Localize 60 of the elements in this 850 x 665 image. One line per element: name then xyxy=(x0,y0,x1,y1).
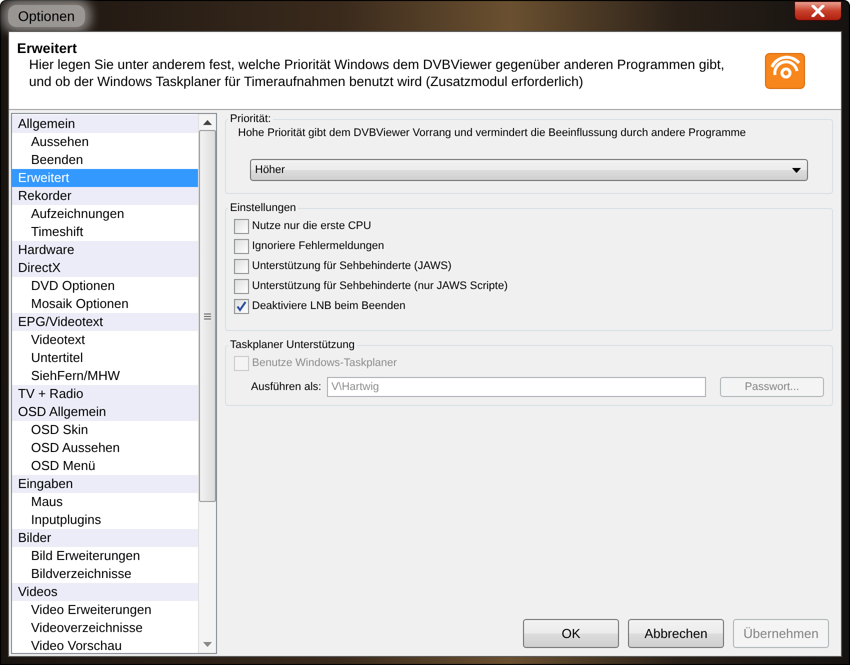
checkbox-label: Ignoriere Fehlermeldungen xyxy=(252,240,384,252)
tree-item[interactable]: Timeshift xyxy=(12,223,198,241)
checkbox[interactable] xyxy=(234,278,249,294)
page-description: Hier legen Sie unter anderem fest, welche Priorität Windows dem DVBViewer gegenüber anderen Programmen gibt, und ob der Windows Taskplaner für Timeraufnahmen benutzt wird (Zusatzmodul erforderlich) xyxy=(28,56,726,90)
dialog-button[interactable]: Abbrechen xyxy=(628,619,724,648)
scroll-up-icon[interactable] xyxy=(203,120,212,125)
tree-item[interactable]: OSD Menü xyxy=(12,457,198,475)
field-label: Ausführen als: xyxy=(251,381,322,393)
tree-item[interactable]: DirectX xyxy=(12,259,198,277)
tree-item[interactable]: Inputplugins xyxy=(12,511,198,529)
tree-item[interactable]: Video Erweiterungen xyxy=(12,601,198,619)
dialog-button[interactable]: OK xyxy=(523,619,619,648)
checkbox-label: Nutze nur die erste CPU xyxy=(252,220,372,232)
close-button[interactable] xyxy=(794,1,842,21)
tree-item[interactable]: DVD Optionen xyxy=(12,277,198,295)
checkbox-label: Benutze Windows-Taskplaner xyxy=(252,357,397,369)
close-icon xyxy=(811,5,825,17)
tree-item[interactable]: Rekorder xyxy=(12,187,198,205)
tree-item[interactable]: Beenden xyxy=(12,151,198,169)
priority-description: Hohe Priorität gibt dem DVBViewer Vorrang und vermindert die Beeinflussung durch andere Programme xyxy=(237,127,747,139)
tree-item[interactable]: TV + Radio xyxy=(12,385,198,403)
tree-item[interactable]: Untertitel xyxy=(12,349,198,367)
checkbox[interactable] xyxy=(234,298,249,314)
page-title: Erweitert xyxy=(17,40,78,56)
tree-item[interactable]: Videoverzeichnisse xyxy=(12,619,198,637)
scrollbar[interactable] xyxy=(198,114,216,653)
checkbox[interactable] xyxy=(234,238,249,254)
tree-item[interactable]: Videos xyxy=(12,583,198,601)
tree-item[interactable]: OSD Aussehen xyxy=(12,439,198,457)
checkbox-label: Unterstützung für Sehbehinderte (JAWS) xyxy=(252,260,452,272)
scroll-down-icon[interactable] xyxy=(203,642,212,647)
group-title: Einstellungen xyxy=(229,202,298,214)
tree-item[interactable]: Aufzeichnungen xyxy=(12,205,198,223)
tree-item[interactable]: SiehFern/MHW xyxy=(12,367,198,385)
grip-icon xyxy=(204,312,211,320)
tree-item[interactable]: Bilder xyxy=(12,529,198,547)
caret-icon xyxy=(792,168,801,172)
tree-item[interactable]: OSD Allgemein xyxy=(12,403,198,421)
tree-item[interactable]: Videotext xyxy=(12,331,198,349)
tree-item[interactable]: Hardware xyxy=(12,241,198,259)
checkbox[interactable] xyxy=(234,218,249,234)
checkbox[interactable] xyxy=(234,258,249,274)
checkbox-label: Unterstützung für Sehbehinderte (nur JAWS Scripte) xyxy=(252,280,508,292)
tree-item[interactable]: Mosaik Optionen xyxy=(12,295,198,313)
tree-item[interactable]: EPG/Videotext xyxy=(12,313,198,331)
tree-item[interactable]: Maus xyxy=(12,493,198,511)
tree-item[interactable]: Allgemein xyxy=(12,115,198,133)
checkbox-label: Deaktiviere LNB beim Beenden xyxy=(252,300,406,312)
tree-item[interactable]: Eingaben xyxy=(12,475,198,493)
group-title: Taskplaner Unterstützung xyxy=(229,339,356,351)
tree-item[interactable]: Video Vorschau xyxy=(12,637,198,655)
group-title: Priorität: xyxy=(229,113,272,125)
window-title: Optionen xyxy=(8,5,85,27)
tree-item[interactable]: OSD Skin xyxy=(12,421,198,439)
tree-item[interactable]: Aussehen xyxy=(12,133,198,151)
scroll-thumb[interactable] xyxy=(199,130,216,502)
priority-dropdown[interactable]: Höher xyxy=(250,159,808,181)
tree-item[interactable]: Bildverzeichnisse xyxy=(12,565,198,583)
broadcast-icon xyxy=(765,53,805,89)
tree-item[interactable]: Bild Erweiterungen xyxy=(12,547,198,565)
